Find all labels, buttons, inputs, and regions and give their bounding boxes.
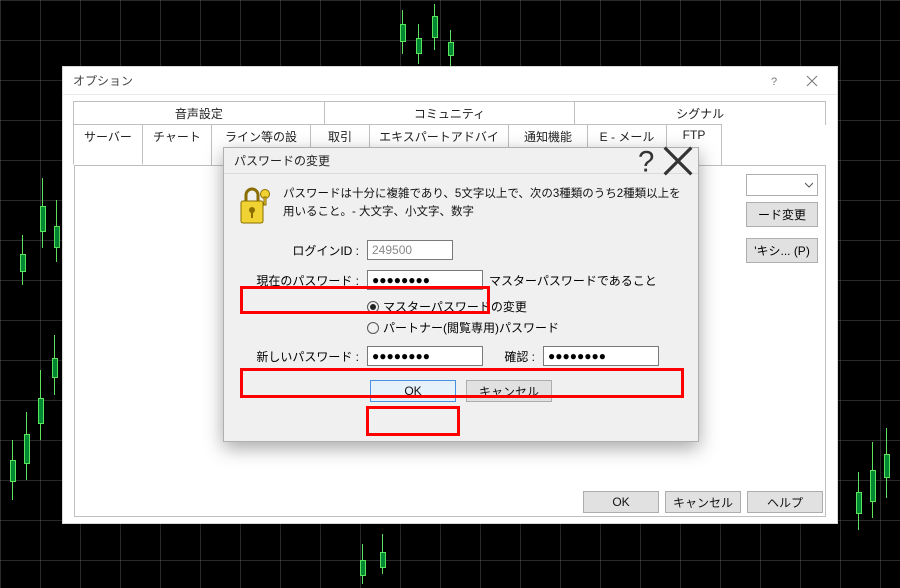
- help-button[interactable]: ?: [755, 67, 793, 94]
- highlight-ok: [366, 406, 460, 436]
- pw-titlebar: パスワードの変更 ?: [224, 148, 698, 174]
- radio-master[interactable]: マスターパスワードの変更: [367, 298, 527, 315]
- tab-chart[interactable]: チャート: [142, 124, 212, 165]
- radio-master-label: マスターパスワードの変更: [383, 298, 527, 315]
- password-change-dialog: パスワードの変更 ? パスワードは十分に複雑であり、5文字以上で、次の3種類のう…: [223, 147, 699, 442]
- pw-body: パスワードは十分に複雑であり、5文字以上で、次の3種類のうち2種類以上を用いるこ…: [224, 174, 698, 412]
- tab-audio[interactable]: 音声設定: [73, 101, 325, 125]
- pw-help-button[interactable]: ?: [630, 148, 662, 173]
- options-dialog-buttons: OK キャンセル ヘルプ: [583, 491, 823, 513]
- pw-instructions: パスワードは十分に複雑であり、5文字以上で、次の3種類のうち2種類以上を用いるこ…: [283, 186, 683, 226]
- close-button[interactable]: [793, 67, 831, 94]
- label-login-id: ログインID :: [239, 242, 367, 259]
- pw-title: パスワードの変更: [234, 152, 630, 169]
- label-new-pw: 新しいパスワード :: [239, 348, 367, 365]
- change-password-button-peek[interactable]: ード変更: [746, 202, 818, 227]
- pw-intro: パスワードは十分に複雑であり、5文字以上で、次の3種類のうち2種類以上を用いるこ…: [239, 186, 683, 226]
- confirm-password-field[interactable]: [543, 346, 659, 366]
- radio-master-dot: [367, 301, 379, 313]
- login-id-field: [367, 240, 453, 260]
- tab-signal[interactable]: シグナル: [574, 101, 826, 125]
- label-current-pw: 現在のパスワード :: [239, 272, 367, 289]
- server-select[interactable]: [746, 174, 818, 196]
- options-title: オプション: [73, 72, 755, 89]
- proxy-button-peek[interactable]: 'キシ... (P): [746, 238, 818, 263]
- pw-close-button[interactable]: [662, 148, 694, 173]
- cancel-button[interactable]: キャンセル: [665, 491, 741, 513]
- radio-partner-label: パートナー(閲覧専用)パスワード: [383, 319, 559, 336]
- options-titlebar: オプション ?: [63, 67, 837, 95]
- chevron-down-icon: [805, 181, 813, 189]
- pw-ok-button[interactable]: OK: [370, 380, 456, 402]
- ok-button[interactable]: OK: [583, 491, 659, 513]
- new-password-field[interactable]: [367, 346, 483, 366]
- help-button-bottom[interactable]: ヘルプ: [747, 491, 823, 513]
- tab-row-upper: 音声設定 コミュニティ シグナル: [74, 101, 826, 125]
- current-pw-note: マスターパスワードであること: [489, 272, 657, 289]
- pw-cancel-button[interactable]: キャンセル: [466, 380, 552, 402]
- radio-partner-dot: [367, 322, 379, 334]
- tab-server[interactable]: サーバー: [73, 124, 143, 165]
- svg-text:?: ?: [638, 145, 654, 176]
- radio-partner[interactable]: パートナー(閲覧専用)パスワード: [367, 319, 559, 336]
- label-confirm: 確認 :: [483, 348, 543, 365]
- pw-buttons: OK キャンセル: [239, 380, 683, 402]
- lock-icon: [239, 186, 273, 226]
- current-password-field[interactable]: [367, 270, 483, 290]
- tab-community[interactable]: コミュニティ: [324, 101, 576, 125]
- svg-text:?: ?: [771, 76, 777, 87]
